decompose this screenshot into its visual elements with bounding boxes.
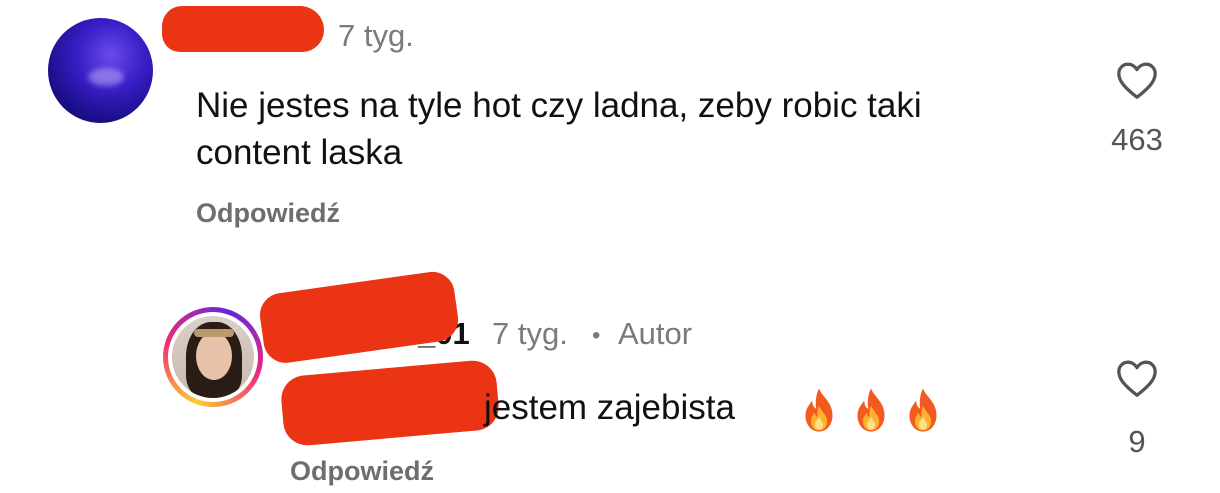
avatar[interactable] — [48, 18, 153, 123]
reply-timestamp: 7 tyg. — [492, 316, 568, 351]
reply-text: jestem zajebista — [484, 388, 735, 427]
comment-text: Nie jestes na tyle hot czy ladna, zeby r… — [196, 86, 922, 172]
reply-button[interactable]: Odpowiedź — [290, 456, 434, 487]
fire-icon — [805, 388, 833, 432]
like-heart-icon[interactable] — [1115, 60, 1159, 100]
reply-button[interactable]: Odpowiedź — [196, 198, 340, 229]
like-heart-icon[interactable] — [1115, 358, 1159, 398]
like-count: 9 — [1128, 424, 1146, 459]
comment-timestamp: 7 tyg. — [338, 18, 414, 53]
like-count: 463 — [1111, 122, 1163, 157]
redacted-mention — [279, 358, 501, 448]
fire-icon — [909, 388, 937, 432]
author-badge: Autor — [618, 316, 693, 351]
avatar — [172, 316, 254, 398]
redacted-username — [162, 6, 324, 52]
avatar-story-ring[interactable] — [163, 307, 263, 407]
separator-dot: • — [592, 322, 601, 349]
emoji-group — [797, 387, 945, 433]
fire-icon — [857, 388, 885, 432]
